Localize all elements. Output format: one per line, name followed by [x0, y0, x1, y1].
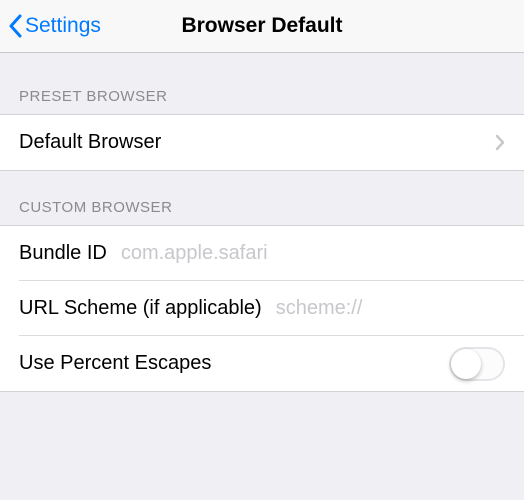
default-browser-label: Default Browser: [19, 131, 495, 154]
chevron-right-icon: [495, 134, 505, 151]
section-header-preset: PRESET BROWSER: [0, 53, 524, 114]
row-bundle-id[interactable]: Bundle ID: [0, 226, 524, 281]
use-percent-escapes-label: Use Percent Escapes: [19, 352, 449, 375]
group-custom: Bundle ID URL Scheme (if applicable) Use…: [0, 225, 524, 392]
chevron-left-icon: [8, 14, 22, 38]
group-preset: Default Browser: [0, 114, 524, 171]
use-percent-escapes-toggle[interactable]: [449, 347, 505, 381]
toggle-knob: [451, 349, 481, 379]
navigation-bar: Settings Browser Default: [0, 0, 524, 53]
row-url-scheme[interactable]: URL Scheme (if applicable): [0, 281, 524, 336]
url-scheme-label: URL Scheme (if applicable): [19, 297, 262, 320]
back-button[interactable]: Settings: [0, 14, 101, 38]
row-use-percent-escapes: Use Percent Escapes: [0, 336, 524, 391]
section-header-custom: CUSTOM BROWSER: [0, 171, 524, 225]
url-scheme-input[interactable]: [276, 297, 524, 320]
bundle-id-label: Bundle ID: [19, 242, 107, 265]
row-default-browser[interactable]: Default Browser: [0, 115, 524, 170]
back-label: Settings: [25, 14, 101, 38]
bundle-id-input[interactable]: [121, 242, 505, 265]
